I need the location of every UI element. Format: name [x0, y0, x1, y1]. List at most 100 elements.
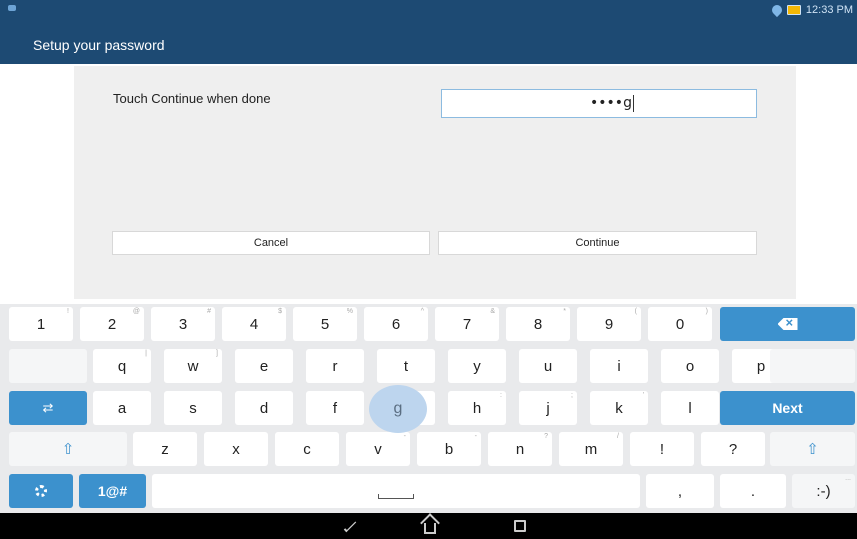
key-j[interactable]: ; j	[519, 391, 577, 425]
key-hint: #	[207, 308, 211, 315]
navigation-bar	[0, 513, 857, 539]
key-label: y	[473, 357, 481, 375]
key-label: o	[685, 357, 695, 375]
key-hint: &	[490, 308, 495, 315]
key-e[interactable]: e	[235, 349, 293, 383]
key-m[interactable]: / m	[559, 432, 623, 466]
password-input[interactable]: ••••g	[441, 89, 757, 118]
shift-icon: ⇧	[806, 441, 819, 458]
key-i[interactable]: i	[590, 349, 648, 383]
key-h[interactable]: :h	[448, 391, 506, 425]
key-d[interactable]: d	[235, 391, 293, 425]
key-label: n	[515, 440, 525, 458]
key-s[interactable]: s	[164, 391, 222, 425]
key-n[interactable]: ? n	[488, 432, 552, 466]
smiley-label: :-)	[816, 482, 831, 500]
shift-key-left[interactable]: ⇧	[9, 432, 127, 466]
next-key[interactable]: Next	[720, 391, 855, 425]
home-icon	[424, 522, 436, 534]
key-![interactable]: !	[630, 432, 694, 466]
key-hint: (	[634, 308, 637, 315]
key-?[interactable]: ?	[701, 432, 765, 466]
key-label: v	[374, 440, 382, 458]
key-label: m	[584, 440, 598, 458]
key-hint: $	[278, 308, 282, 315]
key-0[interactable]: ) 0	[648, 307, 712, 341]
keyboard-spacer-right	[770, 349, 855, 383]
key-2[interactable]: @2	[80, 307, 144, 341]
shift-key-right[interactable]: ⇧	[770, 432, 855, 466]
key-hint: '	[642, 392, 644, 399]
key-o[interactable]: o	[661, 349, 719, 383]
back-icon	[343, 519, 357, 533]
symbols-key[interactable]: 1@#	[79, 474, 146, 508]
key-label: 9	[604, 315, 614, 333]
key-hint: /	[617, 433, 619, 440]
key-hint: -	[403, 433, 406, 440]
key-hint: %	[346, 308, 353, 315]
cancel-button[interactable]: Cancel	[112, 231, 430, 255]
key-a[interactable]: a	[93, 391, 151, 425]
key-y[interactable]: y	[448, 349, 506, 383]
pressed-key-highlight: g	[369, 385, 427, 433]
key-label: f	[332, 399, 338, 417]
key-v[interactable]: -v	[346, 432, 410, 466]
key-label: u	[543, 357, 553, 375]
key-f[interactable]: f	[306, 391, 364, 425]
tab-key[interactable]: ⇄	[9, 391, 87, 425]
key-8[interactable]: * 8	[506, 307, 570, 341]
key-x[interactable]: x	[204, 432, 268, 466]
key-t[interactable]: t	[377, 349, 435, 383]
key-label: 8	[533, 315, 543, 333]
key-c[interactable]: c	[275, 432, 339, 466]
key-label: c	[303, 440, 311, 458]
key-q[interactable]: | q	[93, 349, 151, 383]
key-b[interactable]: -b	[417, 432, 481, 466]
key-label: s	[189, 399, 197, 417]
space-bar[interactable]	[152, 474, 640, 508]
key-label: e	[259, 357, 269, 375]
key-hint: ?	[544, 433, 548, 440]
key-1[interactable]: ! 1	[9, 307, 73, 341]
continue-button[interactable]: Continue	[438, 231, 757, 255]
period-key[interactable]: .	[720, 474, 786, 508]
settings-key[interactable]	[9, 474, 73, 508]
key-label: 6	[391, 315, 401, 333]
key-3[interactable]: #3	[151, 307, 215, 341]
key-hint: )	[705, 308, 708, 315]
key-5[interactable]: % 5	[293, 307, 357, 341]
key-7[interactable]: & 7	[435, 307, 499, 341]
key-label: w	[187, 357, 199, 375]
backspace-key[interactable]	[720, 307, 855, 341]
key-l[interactable]: l	[661, 391, 719, 425]
key-k[interactable]: ' k	[590, 391, 648, 425]
key-label: 4	[249, 315, 259, 333]
key-hint: @	[132, 308, 140, 315]
battery-icon	[786, 5, 801, 15]
key-label: d	[259, 399, 269, 417]
key-9[interactable]: (9	[577, 307, 641, 341]
recents-button[interactable]	[505, 517, 535, 535]
key-hint: *	[563, 308, 566, 315]
key-hint: ^	[420, 308, 424, 315]
key-label: 0	[675, 315, 685, 333]
key-4[interactable]: $4	[222, 307, 286, 341]
key-u[interactable]: u	[519, 349, 577, 383]
key-6[interactable]: ^ 6	[364, 307, 428, 341]
recents-icon	[514, 520, 526, 532]
gear-icon	[35, 485, 47, 497]
key-w[interactable]: ] w	[164, 349, 222, 383]
key-r[interactable]: r	[306, 349, 364, 383]
page-title: Setup your password	[33, 37, 165, 53]
smiley-hint: ...	[845, 475, 851, 482]
smiley-key[interactable]: ... :-)	[792, 474, 855, 508]
key-z[interactable]: z	[133, 432, 197, 466]
key-label: k	[615, 399, 623, 417]
key-hint: :	[500, 392, 502, 399]
key-hint: !	[67, 308, 69, 315]
back-button[interactable]	[335, 517, 365, 535]
comma-key[interactable]: ,	[646, 474, 714, 508]
key-label: z	[161, 440, 169, 458]
tab-icon: ⇄	[42, 400, 54, 415]
home-button[interactable]	[415, 517, 445, 535]
